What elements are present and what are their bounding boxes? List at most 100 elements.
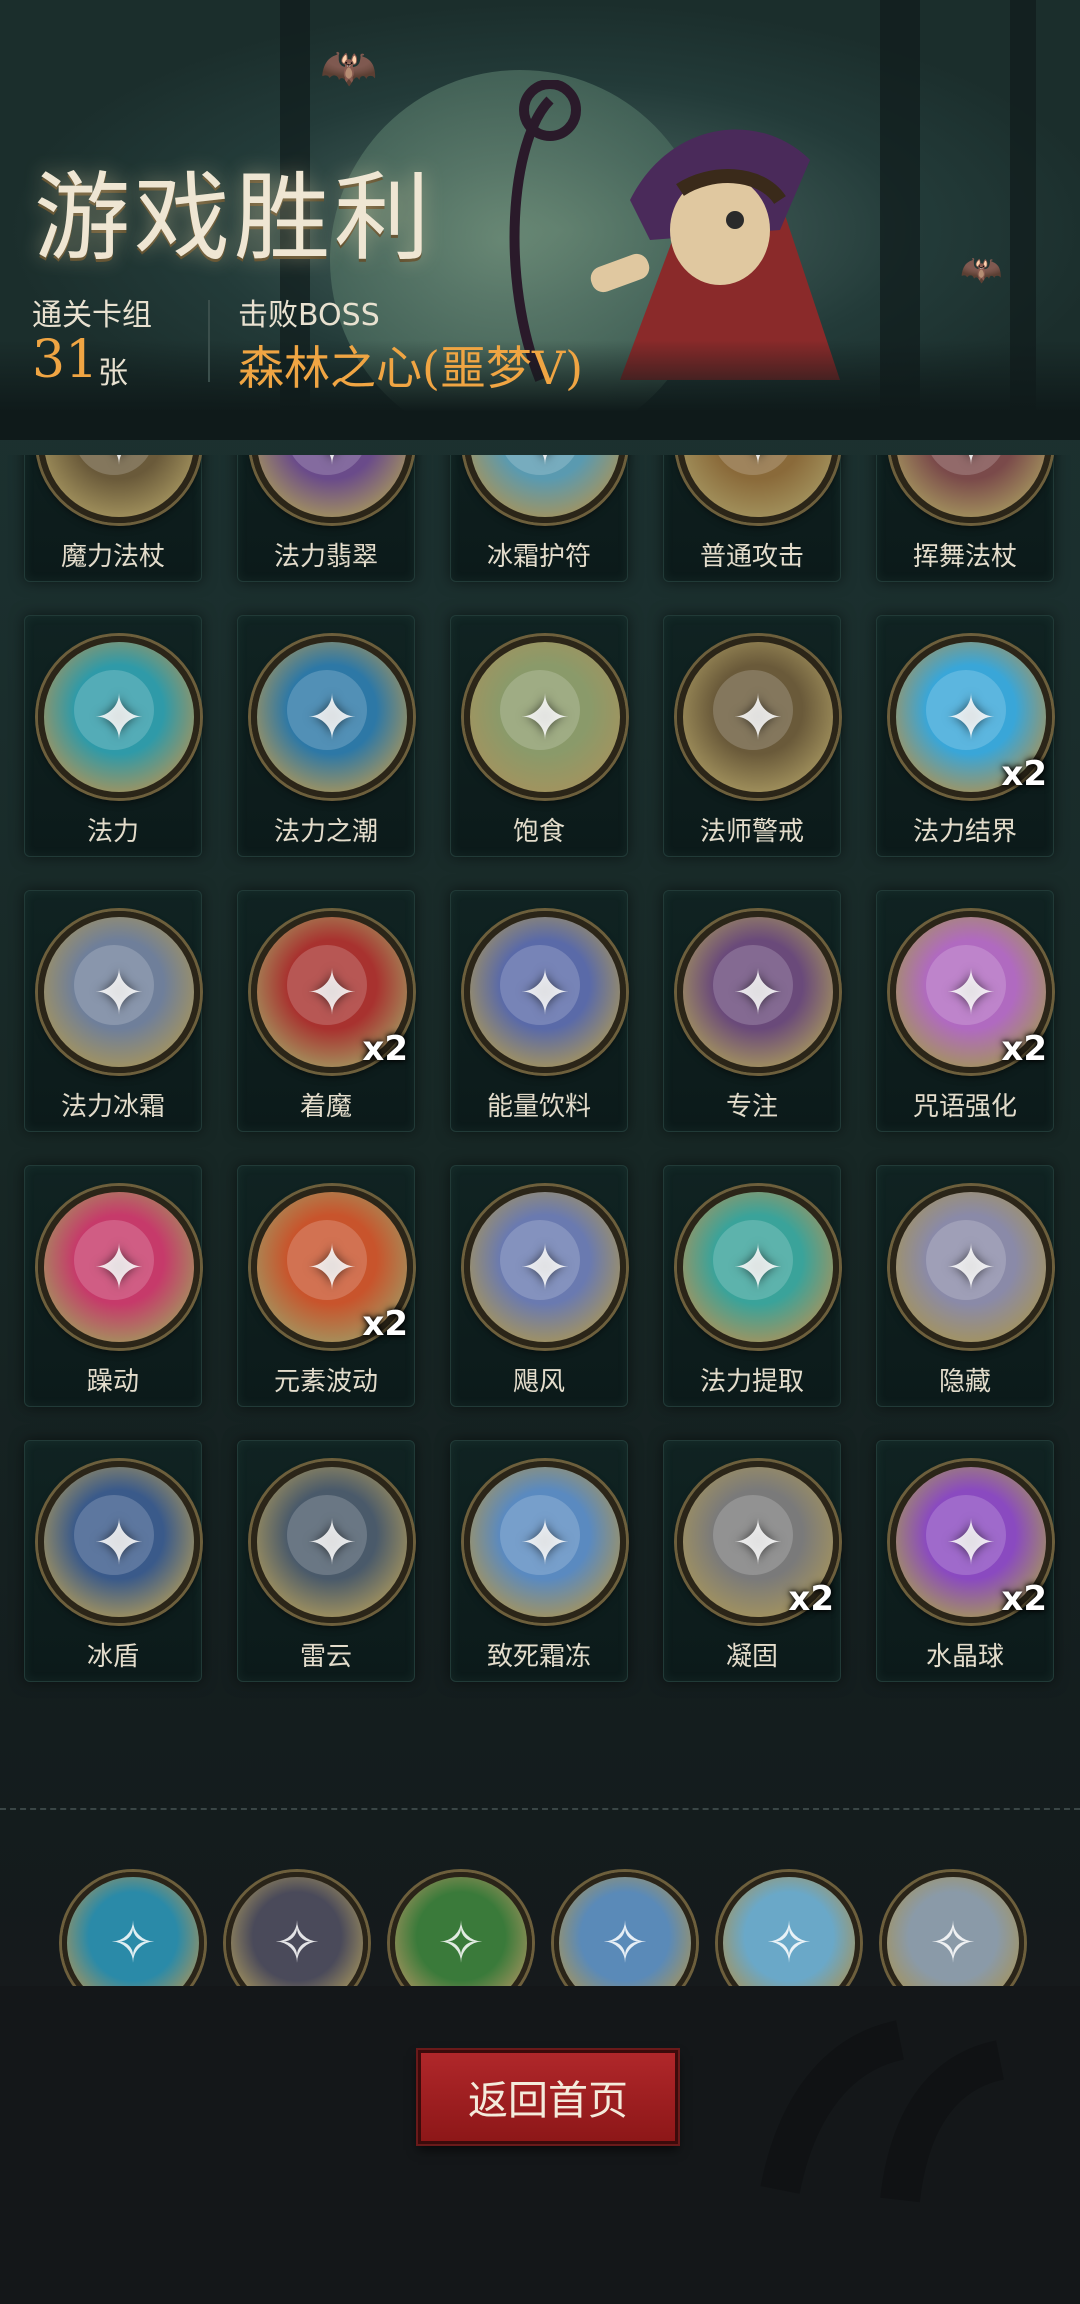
card-count-badge: x2 — [788, 1579, 834, 1619]
door-goblin-icon: ✦ — [890, 1186, 1052, 1348]
card-count-badge: x2 — [362, 1029, 408, 1069]
deck-card[interactable]: ✦ 法力提取 — [663, 1165, 841, 1407]
return-home-button[interactable]: 返回首页 — [418, 2050, 678, 2144]
sword-icon: ✦ — [677, 455, 839, 523]
frost-charm-icon: ✦ — [464, 455, 626, 523]
frozen-skeleton-icon: ✦ — [464, 1461, 626, 1623]
stat-divider — [208, 300, 210, 382]
victory-header: 🦇 🦇 游戏胜利 通关卡组 31 张 击败BOSS 森林之心(噩梦V) — [0, 0, 1080, 440]
deck-card[interactable]: ✦ 躁动 — [24, 1165, 202, 1407]
card-name: 元素波动 — [273, 1367, 378, 1397]
card-name: 能量饮料 — [486, 1092, 591, 1122]
deck-card[interactable]: ✦ 冰霜护符 — [450, 455, 628, 582]
card-name: 挥舞法杖 — [912, 542, 1017, 572]
deck-card[interactable]: ✦ 致死霜冻 — [450, 1440, 628, 1682]
card-art: ✦ — [519, 1230, 571, 1304]
wave-staff-icon: ✦ — [890, 455, 1052, 523]
card-name: 雷云 — [299, 1642, 352, 1672]
card-art: ✦ — [93, 680, 145, 754]
deck-card[interactable]: ✦ 雷云 — [237, 1440, 415, 1682]
staff-icon: ✦ — [38, 455, 200, 523]
bat-icon: 🦇 — [320, 40, 378, 94]
card-art: ✦ — [44, 455, 194, 517]
deck-card[interactable]: ✦ 法力之潮 — [237, 615, 415, 857]
hooded-mage-icon: ✦ — [677, 636, 839, 798]
card-art: ✦ — [257, 455, 407, 517]
boss-label: 击败BOSS — [238, 298, 380, 333]
deck-card-grid[interactable]: ✦ 魔力法杖 ✦ 法力翡翠 ✦ 冰霜护符 ✦ 普通攻击 ✦ 挥舞法杖 ✦ 法力 ✦ 法力之潮 ✦ 饱食 ✦ 法师警… — [0, 455, 1080, 1735]
deck-card[interactable]: ✦ 法力 — [24, 615, 202, 857]
card-art: ✦ — [470, 455, 620, 517]
card-name: 致死霜冻 — [486, 1642, 591, 1672]
card-art: ✦ — [519, 680, 571, 754]
card-art: ✦ — [896, 455, 1046, 517]
card-name: 冰盾 — [86, 1642, 139, 1672]
claw-decoration — [760, 2020, 1005, 2203]
card-name: 法力之潮 — [273, 817, 378, 847]
card-art: ✦ — [732, 955, 784, 1029]
tornado-icon: ✦ — [464, 1186, 626, 1348]
card-name: 水晶球 — [925, 1642, 1004, 1672]
deck-card[interactable]: ✦ 水晶球 x2 — [876, 1440, 1054, 1682]
ice-shield-icon: ✦ — [38, 1461, 200, 1623]
deck-card[interactable]: ✦ 冰盾 — [24, 1440, 202, 1682]
card-art: ✦ — [306, 680, 358, 754]
deck-card[interactable]: ✦ 凝固 x2 — [663, 1440, 841, 1682]
card-name: 法师警戒 — [699, 817, 804, 847]
deck-card[interactable]: ✦ 能量饮料 — [450, 890, 628, 1132]
card-name: 专注 — [725, 1092, 778, 1122]
deck-card[interactable]: ✦ 飓风 — [450, 1165, 628, 1407]
potion-icon: ✦ — [464, 911, 626, 1073]
tide-icon: ✦ — [251, 636, 413, 798]
page-title: 游戏胜利 — [34, 162, 434, 274]
frenzy-icon: ✦ — [38, 1186, 200, 1348]
card-art: ✦ — [732, 680, 784, 754]
card-art: ✦ — [93, 1505, 145, 1579]
card-art: ✦ — [93, 955, 145, 1029]
card-name: 躁动 — [86, 1367, 139, 1397]
card-name: 法力翡翠 — [273, 542, 378, 572]
card-name: 冰霜护符 — [486, 542, 591, 572]
card-name: 着魔 — [299, 1092, 352, 1122]
section-divider — [0, 1808, 1080, 1810]
card-art: ✦ — [306, 1505, 358, 1579]
full-belly-icon: ✦ — [464, 636, 626, 798]
skull-icon: ✦ — [677, 1186, 839, 1348]
boss-name: 森林之心(噩梦V) — [238, 341, 584, 395]
bat-icon: 🦇 — [960, 250, 1003, 290]
deck-card[interactable]: ✦ 法力翡翠 — [237, 455, 415, 582]
deck-card[interactable]: ✦ 挥舞法杖 — [876, 455, 1054, 582]
gem-icon: ✦ — [251, 455, 413, 523]
card-name: 魔力法杖 — [60, 542, 165, 572]
storm-cloud-icon: ✦ — [251, 1461, 413, 1623]
deck-card[interactable]: ✦ 专注 — [663, 890, 841, 1132]
deck-card[interactable]: ✦ 法力冰霜 — [24, 890, 202, 1132]
card-name: 法力提取 — [699, 1367, 804, 1397]
card-name: 飓风 — [512, 1367, 565, 1397]
card-art: ✦ — [519, 1505, 571, 1579]
card-name: 法力结界 — [912, 817, 1017, 847]
card-name: 咒语强化 — [912, 1092, 1017, 1122]
card-name: 普通攻击 — [699, 542, 804, 572]
deck-card[interactable]: ✦ 元素波动 x2 — [237, 1165, 415, 1407]
card-name: 法力冰霜 — [60, 1092, 165, 1122]
card-name: 法力 — [86, 817, 139, 847]
card-art: ✦ — [732, 1230, 784, 1304]
card-art: ✦ — [93, 1230, 145, 1304]
deck-count: 31 — [32, 330, 99, 390]
deck-card[interactable]: ✦ 饱食 — [450, 615, 628, 857]
deck-card[interactable]: ✦ 咒语强化 x2 — [876, 890, 1054, 1132]
deck-card[interactable]: ✦ 法师警戒 — [663, 615, 841, 857]
deck-card[interactable]: ✦ 魔力法杖 — [24, 455, 202, 582]
deck-card[interactable]: ✦ 隐藏 — [876, 1165, 1054, 1407]
card-name: 隐藏 — [938, 1367, 991, 1397]
deck-card[interactable]: ✦ 着魔 x2 — [237, 890, 415, 1132]
card-art: ✦ — [519, 955, 571, 1029]
card-art: ✦ — [945, 1230, 997, 1304]
deck-label: 通关卡组 — [32, 298, 152, 333]
deck-card[interactable]: ✦ 普通攻击 — [663, 455, 841, 582]
card-count-badge: x2 — [1001, 754, 1047, 794]
card-count-badge: x2 — [1001, 1579, 1047, 1619]
card-art: ✦ — [683, 455, 833, 517]
deck-card[interactable]: ✦ 法力结界 x2 — [876, 615, 1054, 857]
